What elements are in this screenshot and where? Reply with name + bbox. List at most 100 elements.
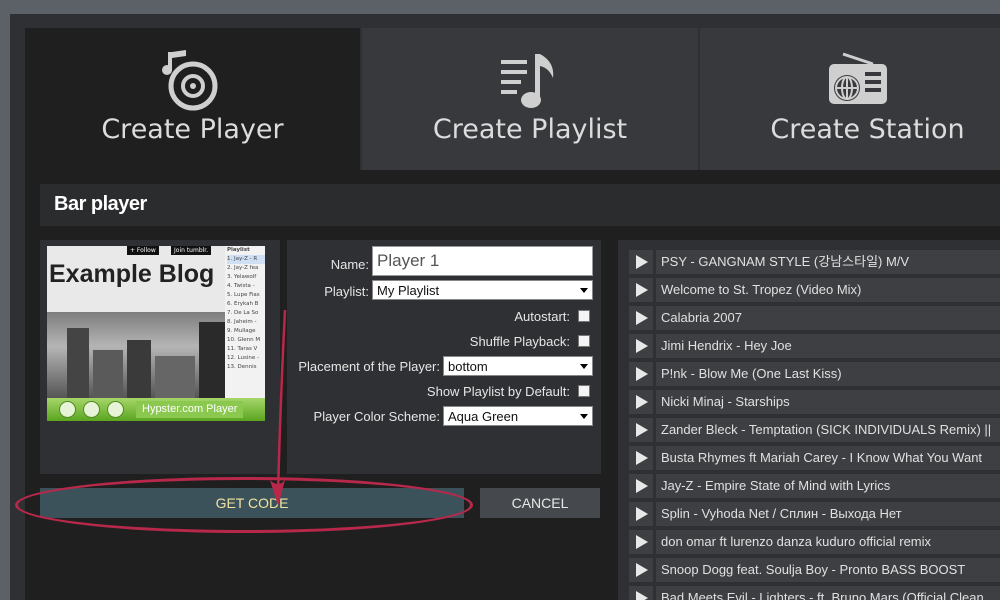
play-icon[interactable] — [629, 334, 653, 358]
song-title[interactable]: Nicki Minaj - Starships — [656, 390, 1000, 414]
list-item: Calabria 2007 — [629, 306, 1000, 330]
name-input[interactable]: Player 1 — [372, 246, 593, 276]
song-list: PSY - GANGNAM STYLE (강남스타일) M/V Welcome … — [618, 240, 1000, 600]
preview-playlist: Playlist 1. Jay-Z - R 2. Jay-Z fea 3. Ye… — [225, 246, 265, 398]
list-item: Jay-Z - Empire State of Mind with Lyrics — [629, 474, 1000, 498]
show-playlist-row: Show Playlist by Default: — [287, 381, 601, 403]
show-playlist-checkbox[interactable] — [578, 385, 590, 397]
play-icon[interactable] — [629, 306, 653, 330]
song-title[interactable]: Splin - Vyhoda Net / Сплин - Выхода Нет — [656, 502, 1000, 526]
color-scheme-select[interactable]: Aqua Green — [443, 406, 593, 426]
list-item: Bad Meets Evil - Lighters - ft. Bruno Ma… — [629, 586, 1000, 600]
tab-label: Create Player — [101, 114, 284, 145]
next-icon — [107, 401, 124, 418]
autostart-label: Autostart: — [514, 309, 570, 324]
tab-create-playlist[interactable]: Create Playlist — [362, 28, 698, 170]
player-settings-form: Name: Player 1 Playlist: My Playlist Aut… — [287, 240, 601, 474]
list-item: 10. Glenn M — [227, 337, 261, 343]
list-item: Snoop Dogg feat. Soulja Boy - Pronto BAS… — [629, 558, 1000, 582]
list-item: 6. Erykah B — [227, 301, 259, 307]
get-code-button[interactable]: GET CODE — [40, 488, 464, 518]
radio-globe-icon — [829, 52, 887, 104]
placement-select-value: bottom — [448, 359, 488, 374]
tab-bar: Create Player Create Playlist Create Sta… — [25, 28, 1000, 170]
song-title[interactable]: Jimi Hendrix - Hey Joe — [656, 334, 1000, 358]
list-item: 8. Jaheim - — [227, 319, 257, 325]
list-item: 1. Jay-Z - R — [227, 255, 265, 264]
song-title[interactable]: Zander Bleck - Temptation (SICK INDIVIDU… — [656, 418, 1000, 442]
color-label: Player Color Scheme: — [313, 409, 440, 424]
list-item: 7. De La So — [227, 310, 259, 316]
chevron-down-icon — [580, 364, 588, 369]
list-item: Splin - Vyhoda Net / Сплин - Выхода Нет — [629, 502, 1000, 526]
placement-select[interactable]: bottom — [443, 356, 593, 376]
list-item: 3. Yelawolf — [227, 274, 257, 280]
placement-label: Placement of the Player: — [298, 359, 440, 374]
song-title[interactable]: Welcome to St. Tropez (Video Mix) — [656, 278, 1000, 302]
preview-join: Join tumblr. — [171, 246, 212, 255]
speaker-note-icon — [161, 50, 217, 111]
list-item: 13. Dennis — [227, 364, 257, 370]
play-icon[interactable] — [629, 446, 653, 470]
list-item: Busta Rhymes ft Mariah Carey - I Know Wh… — [629, 446, 1000, 470]
shuffle-checkbox[interactable] — [578, 335, 590, 347]
song-title[interactable]: Snoop Dogg feat. Soulja Boy - Pronto BAS… — [656, 558, 1000, 582]
playlist-label: Playlist: — [324, 284, 369, 299]
main-panel: Bar player + Follow Join tumblr. Example… — [15, 170, 1000, 600]
preview-blog-title: Example Blog — [49, 260, 215, 288]
preview-playlist-header: Playlist — [227, 247, 250, 253]
play-icon[interactable] — [629, 586, 653, 600]
shuffle-label: Shuffle Playback: — [469, 334, 570, 349]
list-item: Jimi Hendrix - Hey Joe — [629, 334, 1000, 358]
list-item: 9. Mullage — [227, 328, 256, 334]
chevron-down-icon — [580, 288, 588, 293]
prev-icon — [59, 401, 76, 418]
section-title: Bar player — [54, 193, 147, 215]
song-title[interactable]: Bad Meets Evil - Lighters - ft. Bruno Ma… — [656, 586, 1000, 600]
section-header: Bar player — [40, 184, 1000, 226]
play-icon[interactable] — [629, 390, 653, 414]
list-item: P!nk - Blow Me (One Last Kiss) — [629, 362, 1000, 386]
list-item: don omar ft lurenzo danza kuduro officia… — [629, 530, 1000, 554]
song-title[interactable]: Jay-Z - Empire State of Mind with Lyrics — [656, 474, 1000, 498]
preview-thumbnail: + Follow Join tumblr. Example Blog Playl… — [47, 246, 265, 421]
list-item: PSY - GANGNAM STYLE (강남스타일) M/V — [629, 250, 1000, 274]
list-item: Welcome to St. Tropez (Video Mix) — [629, 278, 1000, 302]
show-playlist-label: Show Playlist by Default: — [426, 384, 570, 399]
play-icon[interactable] — [629, 558, 653, 582]
tab-create-player[interactable]: Create Player — [25, 28, 360, 170]
list-item: 4. Twista - — [227, 283, 255, 289]
play-icon[interactable] — [629, 530, 653, 554]
color-scheme-value: Aqua Green — [448, 409, 519, 424]
list-item: 2. Jay-Z fea — [227, 265, 259, 271]
tab-label: Create Playlist — [432, 114, 628, 145]
autostart-checkbox[interactable] — [578, 310, 590, 322]
pause-icon — [83, 401, 100, 418]
name-label: Name: — [330, 257, 369, 272]
play-icon[interactable] — [629, 474, 653, 498]
play-icon[interactable] — [629, 250, 653, 274]
song-title[interactable]: PSY - GANGNAM STYLE (강남스타일) M/V — [656, 250, 1000, 274]
play-icon[interactable] — [629, 418, 653, 442]
preview-player-bar: Hypster.com Player — [47, 398, 265, 421]
tab-label: Create Station — [770, 114, 965, 145]
play-icon[interactable] — [629, 362, 653, 386]
list-item: 5. Lupe Fias — [227, 292, 260, 298]
list-item: Zander Bleck - Temptation (SICK INDIVIDU… — [629, 418, 1000, 442]
preview-brand: Hypster.com Player — [136, 401, 244, 418]
list-item: 12. Lusine - — [227, 355, 259, 361]
play-icon[interactable] — [629, 502, 653, 526]
song-title[interactable]: Calabria 2007 — [656, 306, 1000, 330]
song-title[interactable]: P!nk - Blow Me (One Last Kiss) — [656, 362, 1000, 386]
song-title[interactable]: Busta Rhymes ft Mariah Carey - I Know Wh… — [656, 446, 1000, 470]
player-preview: + Follow Join tumblr. Example Blog Playl… — [40, 240, 280, 474]
playlist-select-value: My Playlist — [377, 283, 440, 298]
song-title[interactable]: don omar ft lurenzo danza kuduro officia… — [656, 530, 1000, 554]
list-item: 11. Taras V — [227, 346, 258, 352]
play-icon[interactable] — [629, 278, 653, 302]
playlist-select[interactable]: My Playlist — [372, 280, 593, 300]
tab-create-station[interactable]: Create Station — [700, 28, 1000, 170]
autostart-row: Autostart: — [287, 306, 601, 328]
shuffle-row: Shuffle Playback: — [287, 331, 601, 353]
cancel-button[interactable]: CANCEL — [480, 488, 600, 518]
